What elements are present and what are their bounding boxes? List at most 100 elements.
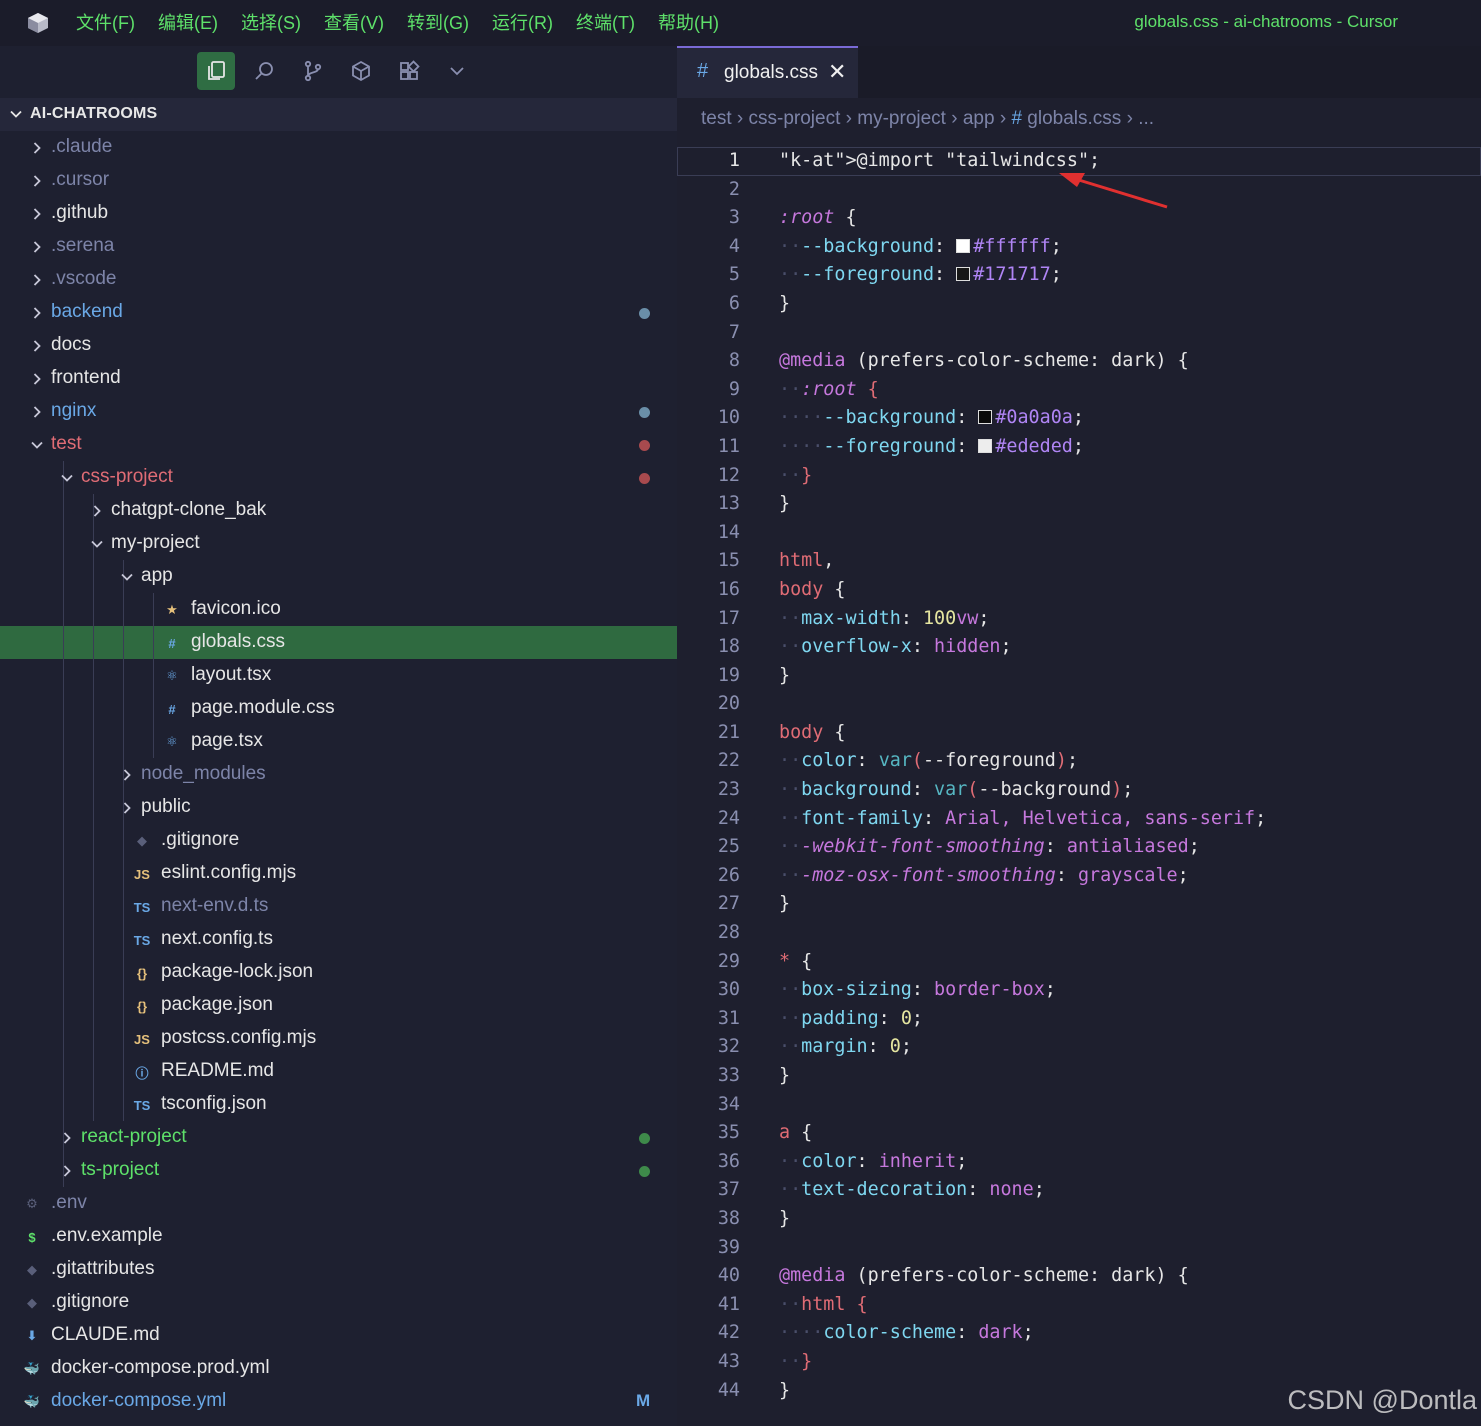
code-line[interactable]: 42 ····color-scheme: dark; bbox=[677, 1319, 1481, 1348]
code-line[interactable]: 13} bbox=[677, 490, 1481, 519]
tree-folder[interactable]: chatgpt-clone_bak bbox=[0, 494, 677, 527]
code-line[interactable]: 40 @media (prefers-color-scheme: dark) { bbox=[677, 1262, 1481, 1291]
tree-folder[interactable]: .github bbox=[0, 197, 677, 230]
tree-file[interactable]: ◆ .gitattributes bbox=[0, 1253, 677, 1286]
menu-item-4[interactable]: 转到(G) bbox=[407, 11, 469, 35]
code-line[interactable]: 14 bbox=[677, 519, 1481, 548]
tree-file[interactable]: ⚛ page.tsx bbox=[0, 725, 677, 758]
tree-folder[interactable]: node_modules bbox=[0, 758, 677, 791]
code-line[interactable]: 38} bbox=[677, 1205, 1481, 1234]
tree-folder[interactable]: .vscode bbox=[0, 263, 677, 296]
code-line[interactable]: 39 bbox=[677, 1234, 1481, 1263]
breadcrumb-item[interactable]: app bbox=[963, 108, 995, 129]
code-line[interactable]: 25 ··-webkit-font-smoothing: antialiased; bbox=[677, 833, 1481, 862]
menu-item-2[interactable]: 选择(S) bbox=[241, 11, 301, 35]
extensions-cube-icon[interactable] bbox=[342, 52, 380, 90]
menu-item-5[interactable]: 运行(R) bbox=[492, 11, 553, 35]
tree-file[interactable]: ⚙ .env bbox=[0, 1187, 677, 1220]
code-area[interactable]: 1 "k-at">@import "tailwindcss"; 2 3:root {4… bbox=[677, 147, 1481, 1405]
tree-file[interactable]: 🐳 docker-compose.prod.yml bbox=[0, 1352, 677, 1385]
tree-file[interactable]: TS next.config.ts bbox=[0, 923, 677, 956]
tree-file[interactable]: ★ favicon.ico bbox=[0, 593, 677, 626]
code-line[interactable]: 41 ··html { bbox=[677, 1291, 1481, 1320]
code-line[interactable]: 18 ··overflow-x: hidden; bbox=[677, 633, 1481, 662]
chevron-down-icon[interactable] bbox=[438, 52, 476, 90]
menu-item-0[interactable]: 文件(F) bbox=[76, 11, 135, 35]
code-line[interactable]: 16 body { bbox=[677, 576, 1481, 605]
code-line[interactable]: 7 bbox=[677, 319, 1481, 348]
code-line[interactable]: 24 ··font-family: Arial, Helvetica, sans-… bbox=[677, 805, 1481, 834]
tree-file[interactable]: {} package-lock.json bbox=[0, 956, 677, 989]
color-swatch[interactable] bbox=[956, 267, 971, 282]
tree-folder[interactable]: css-project bbox=[0, 461, 677, 494]
breadcrumb-item[interactable]: ... bbox=[1138, 108, 1154, 129]
tree-folder[interactable]: backend bbox=[0, 296, 677, 329]
source-control-icon[interactable] bbox=[294, 52, 332, 90]
code-line[interactable]: 26 ··-moz-osx-font-smoothing: grayscale; bbox=[677, 862, 1481, 891]
menu-item-7[interactable]: 帮助(H) bbox=[658, 11, 719, 35]
code-line[interactable]: 21 body { bbox=[677, 719, 1481, 748]
code-line[interactable]: 4 ··--background: #ffffff; bbox=[677, 233, 1481, 262]
code-line[interactable]: 19} bbox=[677, 662, 1481, 691]
menu-item-1[interactable]: 编辑(E) bbox=[158, 11, 218, 35]
tree-file[interactable]: {} package.json bbox=[0, 989, 677, 1022]
tree-folder[interactable]: frontend bbox=[0, 362, 677, 395]
tree-file[interactable]: # globals.css bbox=[0, 626, 677, 659]
color-swatch[interactable] bbox=[978, 438, 993, 453]
tree-folder[interactable]: test bbox=[0, 428, 677, 461]
code-line[interactable]: 15 html, bbox=[677, 547, 1481, 576]
explorer-header[interactable]: AI-CHATROOMS bbox=[0, 98, 677, 131]
tree-folder[interactable]: public bbox=[0, 791, 677, 824]
tree-file[interactable]: TS next-env.d.ts bbox=[0, 890, 677, 923]
tree-file[interactable]: JS postcss.config.mjs bbox=[0, 1022, 677, 1055]
tab-globals-css[interactable]: # globals.css ✕ bbox=[677, 46, 858, 98]
explorer-icon[interactable] bbox=[197, 52, 235, 90]
code-line[interactable]: 31 ··padding: 0; bbox=[677, 1005, 1481, 1034]
tree-folder[interactable]: .claude bbox=[0, 131, 677, 164]
tree-folder[interactable]: .cursor bbox=[0, 164, 677, 197]
code-line[interactable]: 10 ····--background: #0a0a0a; bbox=[677, 404, 1481, 433]
code-line[interactable]: 27} bbox=[677, 890, 1481, 919]
code-line[interactable]: 29 * { bbox=[677, 948, 1481, 977]
breadcrumb-item[interactable]: globals.css bbox=[1027, 108, 1121, 129]
code-line[interactable]: 34 bbox=[677, 1091, 1481, 1120]
tree-file[interactable]: # page.module.css bbox=[0, 692, 677, 725]
code-line[interactable]: 37 ··text-decoration: none; bbox=[677, 1176, 1481, 1205]
code-line[interactable]: 6} bbox=[677, 290, 1481, 319]
color-swatch[interactable] bbox=[956, 238, 971, 253]
code-line[interactable]: 9 ··:root { bbox=[677, 376, 1481, 405]
tree-file[interactable]: ⚛ layout.tsx bbox=[0, 659, 677, 692]
tree-file[interactable]: ◆ .gitignore bbox=[0, 1286, 677, 1319]
code-line[interactable]: 35 a { bbox=[677, 1119, 1481, 1148]
code-line[interactable]: 11 ····--foreground: #ededed; bbox=[677, 433, 1481, 462]
color-swatch[interactable] bbox=[978, 410, 993, 425]
code-line[interactable]: 36 ··color: inherit; bbox=[677, 1148, 1481, 1177]
code-line[interactable]: 22 ··color: var(--foreground); bbox=[677, 747, 1481, 776]
close-icon[interactable]: ✕ bbox=[828, 59, 846, 85]
code-line[interactable]: 32 ··margin: 0; bbox=[677, 1033, 1481, 1062]
code-line[interactable]: 43 ··} bbox=[677, 1348, 1481, 1377]
tree-folder[interactable]: react-project bbox=[0, 1121, 677, 1154]
tree-folder[interactable]: .serena bbox=[0, 230, 677, 263]
breadcrumb-item[interactable]: my-project bbox=[857, 108, 946, 129]
code-line[interactable]: 20 bbox=[677, 690, 1481, 719]
menu-item-6[interactable]: 终端(T) bbox=[576, 11, 635, 35]
tree-file[interactable]: ⓘ README.md bbox=[0, 1055, 677, 1088]
code-line[interactable]: 33} bbox=[677, 1062, 1481, 1091]
breadcrumb-item[interactable]: css-project bbox=[749, 108, 841, 129]
tree-file[interactable]: ◆ .gitignore bbox=[0, 824, 677, 857]
tree-file[interactable]: ⬇ CLAUDE.md bbox=[0, 1319, 677, 1352]
tree-folder[interactable]: ts-project bbox=[0, 1154, 677, 1187]
menu-item-3[interactable]: 查看(V) bbox=[324, 11, 384, 35]
tree-file[interactable]: $ .env.example bbox=[0, 1220, 677, 1253]
tree-folder[interactable]: app bbox=[0, 560, 677, 593]
extensions-icon[interactable] bbox=[390, 52, 428, 90]
code-line[interactable]: 5 ··--foreground: #171717; bbox=[677, 261, 1481, 290]
code-line[interactable]: 28 bbox=[677, 919, 1481, 948]
tree-file[interactable]: 🐳 docker-compose.yml M bbox=[0, 1385, 677, 1418]
code-line[interactable]: 17 ··max-width: 100vw; bbox=[677, 605, 1481, 634]
tree-file[interactable]: TS tsconfig.json bbox=[0, 1088, 677, 1121]
tree-folder[interactable]: my-project bbox=[0, 527, 677, 560]
tree-file[interactable]: JS eslint.config.mjs bbox=[0, 857, 677, 890]
code-line[interactable]: 23 ··background: var(--background); bbox=[677, 776, 1481, 805]
